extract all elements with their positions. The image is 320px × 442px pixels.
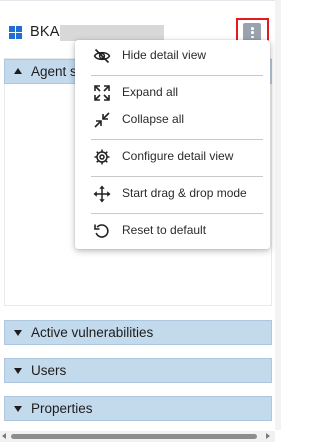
caret-down-icon: [14, 406, 22, 412]
menu-item-label: Reset to default: [122, 223, 207, 237]
eye-off-icon: [93, 48, 111, 64]
menu-divider: [91, 139, 263, 140]
caret-down-icon: [14, 368, 22, 374]
menu-item-expand-all[interactable]: Expand all: [75, 80, 270, 106]
menu-item-label: Start drag & drop mode: [122, 186, 247, 200]
section-label: Agent s: [31, 64, 77, 79]
gear-icon: [94, 149, 110, 165]
scroll-left-icon[interactable]: [2, 433, 6, 439]
menu-divider: [91, 213, 263, 214]
scrollbar-thumb[interactable]: [11, 434, 257, 439]
caret-down-icon: [14, 330, 22, 336]
caret-up-icon: [14, 68, 22, 74]
menu-item-label: Hide detail view: [122, 48, 207, 62]
menu-item-collapse-all[interactable]: Collapse all: [75, 107, 270, 133]
section-active-vulnerabilities[interactable]: Active vulnerabilities: [4, 320, 272, 345]
menu-item-hide-detail-view[interactable]: Hide detail view: [75, 43, 270, 69]
windows-logo-icon: [9, 26, 23, 40]
section-label: Active vulnerabilities: [31, 325, 154, 340]
menu-item-label: Collapse all: [122, 112, 185, 126]
top-divider: [0, 0, 275, 9]
section-users[interactable]: Users: [4, 358, 272, 383]
redacted-host-suffix: [60, 25, 164, 41]
scroll-right-icon[interactable]: [266, 433, 270, 439]
menu-divider: [91, 75, 263, 76]
expand-icon: [94, 85, 110, 101]
menu-item-start-drag-drop[interactable]: Start drag & drop mode: [75, 181, 270, 207]
reset-icon: [94, 224, 109, 238]
context-menu: Hide detail view Expand all Collapse all: [75, 40, 270, 249]
move-arrows-icon: [93, 185, 111, 203]
section-label: Properties: [31, 401, 93, 416]
menu-item-configure-detail-view[interactable]: Configure detail view: [75, 144, 270, 170]
menu-item-label: Configure detail view: [122, 149, 234, 163]
collapse-icon: [94, 112, 110, 128]
section-label: Users: [31, 363, 67, 378]
horizontal-scrollbar[interactable]: [0, 431, 275, 442]
section-properties[interactable]: Properties: [4, 396, 272, 421]
menu-divider: [91, 176, 263, 177]
vertical-scrollbar[interactable]: [275, 0, 281, 430]
menu-item-reset-to-default[interactable]: Reset to default: [75, 218, 270, 244]
menu-item-label: Expand all: [122, 85, 179, 99]
